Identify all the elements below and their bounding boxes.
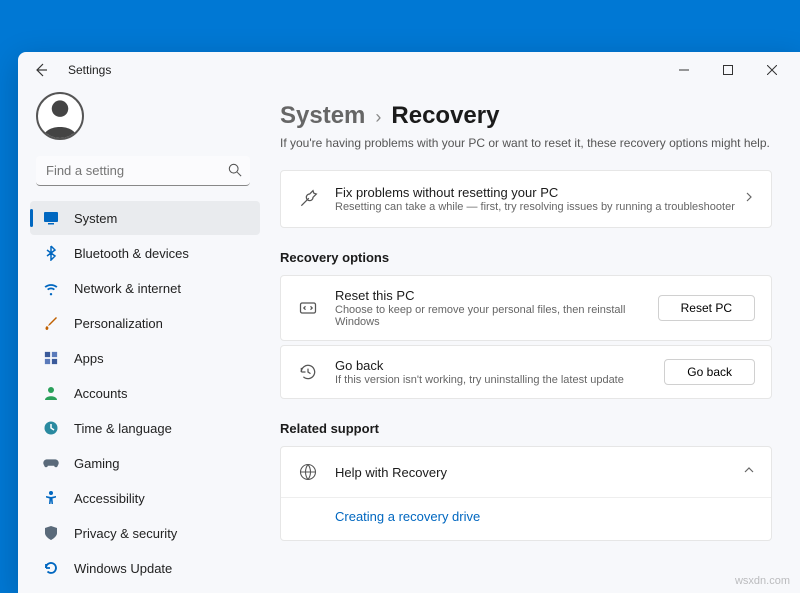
breadcrumb-separator: › <box>375 107 381 128</box>
wifi-icon <box>42 279 60 297</box>
account-header[interactable] <box>18 92 268 152</box>
main-content: System › Recovery If you're having probl… <box>268 88 800 593</box>
person-icon <box>42 384 60 402</box>
sidebar-item-label: Apps <box>74 351 104 366</box>
reset-icon <box>297 297 319 319</box>
chevron-up-icon <box>743 463 755 481</box>
reset-pc-title: Reset this PC <box>335 288 646 303</box>
sidebar-item-label: System <box>74 211 117 226</box>
sidebar-item-system[interactable]: System <box>30 201 260 235</box>
reset-pc-card: Reset this PC Choose to keep or remove y… <box>280 275 772 341</box>
back-arrow-icon <box>33 62 49 78</box>
sidebar-item-time-language[interactable]: Time & language <box>30 411 260 445</box>
minimize-icon <box>679 65 689 75</box>
fix-problems-card[interactable]: Fix problems without resetting your PC R… <box>280 170 772 228</box>
sidebar-item-network-internet[interactable]: Network & internet <box>30 271 260 305</box>
sidebar-item-personalization[interactable]: Personalization <box>30 306 260 340</box>
apps-icon <box>42 349 60 367</box>
sidebar-item-accessibility[interactable]: Accessibility <box>30 481 260 515</box>
sidebar-item-label: Network & internet <box>74 281 181 296</box>
search-input[interactable] <box>36 156 250 186</box>
help-recovery-title: Help with Recovery <box>335 465 743 480</box>
breadcrumb: System › Recovery <box>280 102 772 130</box>
breadcrumb-current: Recovery <box>391 102 499 130</box>
titlebar: Settings <box>18 52 800 88</box>
maximize-icon <box>723 65 733 75</box>
sidebar-item-apps[interactable]: Apps <box>30 341 260 375</box>
related-support-heading: Related support <box>280 421 772 436</box>
recovery-options-heading: Recovery options <box>280 250 772 265</box>
person-silhouette-icon <box>38 94 82 138</box>
sidebar-item-label: Privacy & security <box>74 526 177 541</box>
settings-window: Settings System Bluetooth & devices Networ… <box>18 52 800 593</box>
window-body: System Bluetooth & devices Network & inter… <box>18 88 800 593</box>
recovery-drive-link[interactable]: Creating a recovery drive <box>335 509 480 524</box>
brush-icon <box>42 314 60 332</box>
back-button[interactable] <box>24 53 58 87</box>
gamepad-icon <box>42 454 60 472</box>
system-icon <box>42 209 60 227</box>
sidebar-item-accounts[interactable]: Accounts <box>30 376 260 410</box>
sidebar-item-label: Gaming <box>74 456 120 471</box>
sidebar-item-label: Windows Update <box>74 561 172 576</box>
chevron-right-icon <box>743 190 755 208</box>
sidebar-item-label: Accounts <box>74 386 127 401</box>
fix-problems-desc: Resetting can take a while — first, try … <box>335 201 743 213</box>
update-icon <box>42 559 60 577</box>
accessibility-icon <box>42 489 60 507</box>
fix-problems-text: Fix problems without resetting your PC R… <box>335 185 743 213</box>
help-recovery-text: Help with Recovery <box>335 465 743 480</box>
go-back-desc: If this version isn't working, try unins… <box>335 374 652 386</box>
watermark: wsxdn.com <box>735 575 790 587</box>
clock-icon <box>42 419 60 437</box>
history-icon <box>297 361 319 383</box>
close-button[interactable] <box>750 53 794 87</box>
sidebar-item-windows-update[interactable]: Windows Update <box>30 551 260 585</box>
reset-pc-button[interactable]: Reset PC <box>658 295 755 321</box>
sidebar-item-label: Accessibility <box>74 491 145 506</box>
help-recovery-card: Help with Recovery Creating a recovery d… <box>280 446 772 541</box>
close-icon <box>767 65 777 75</box>
window-controls <box>662 53 794 87</box>
sidebar: System Bluetooth & devices Network & inter… <box>18 88 268 593</box>
page-subtitle: If you're having problems with your PC o… <box>280 136 772 150</box>
go-back-button[interactable]: Go back <box>664 359 755 385</box>
nav-list: System Bluetooth & devices Network & inter… <box>18 200 268 593</box>
help-recovery-header[interactable]: Help with Recovery <box>281 447 771 497</box>
shield-icon <box>42 524 60 542</box>
globe-help-icon <box>297 461 319 483</box>
avatar <box>36 92 84 140</box>
sidebar-item-label: Personalization <box>74 316 163 331</box>
go-back-title: Go back <box>335 358 652 373</box>
reset-pc-text: Reset this PC Choose to keep or remove y… <box>335 288 646 328</box>
reset-pc-desc: Choose to keep or remove your personal f… <box>335 304 646 328</box>
wrench-icon <box>297 188 319 210</box>
window-title: Settings <box>68 63 111 77</box>
maximize-button[interactable] <box>706 53 750 87</box>
sidebar-item-privacy-security[interactable]: Privacy & security <box>30 516 260 550</box>
sidebar-item-bluetooth-devices[interactable]: Bluetooth & devices <box>30 236 260 270</box>
go-back-card: Go back If this version isn't working, t… <box>280 345 772 399</box>
search-container <box>36 156 250 186</box>
sidebar-item-gaming[interactable]: Gaming <box>30 446 260 480</box>
sidebar-item-label: Time & language <box>74 421 172 436</box>
help-recovery-body: Creating a recovery drive <box>281 497 771 540</box>
fix-problems-title: Fix problems without resetting your PC <box>335 185 743 200</box>
search-icon <box>228 163 242 182</box>
sidebar-item-label: Bluetooth & devices <box>74 246 189 261</box>
go-back-text: Go back If this version isn't working, t… <box>335 358 652 386</box>
bluetooth-icon <box>42 244 60 262</box>
breadcrumb-parent[interactable]: System <box>280 102 365 130</box>
minimize-button[interactable] <box>662 53 706 87</box>
